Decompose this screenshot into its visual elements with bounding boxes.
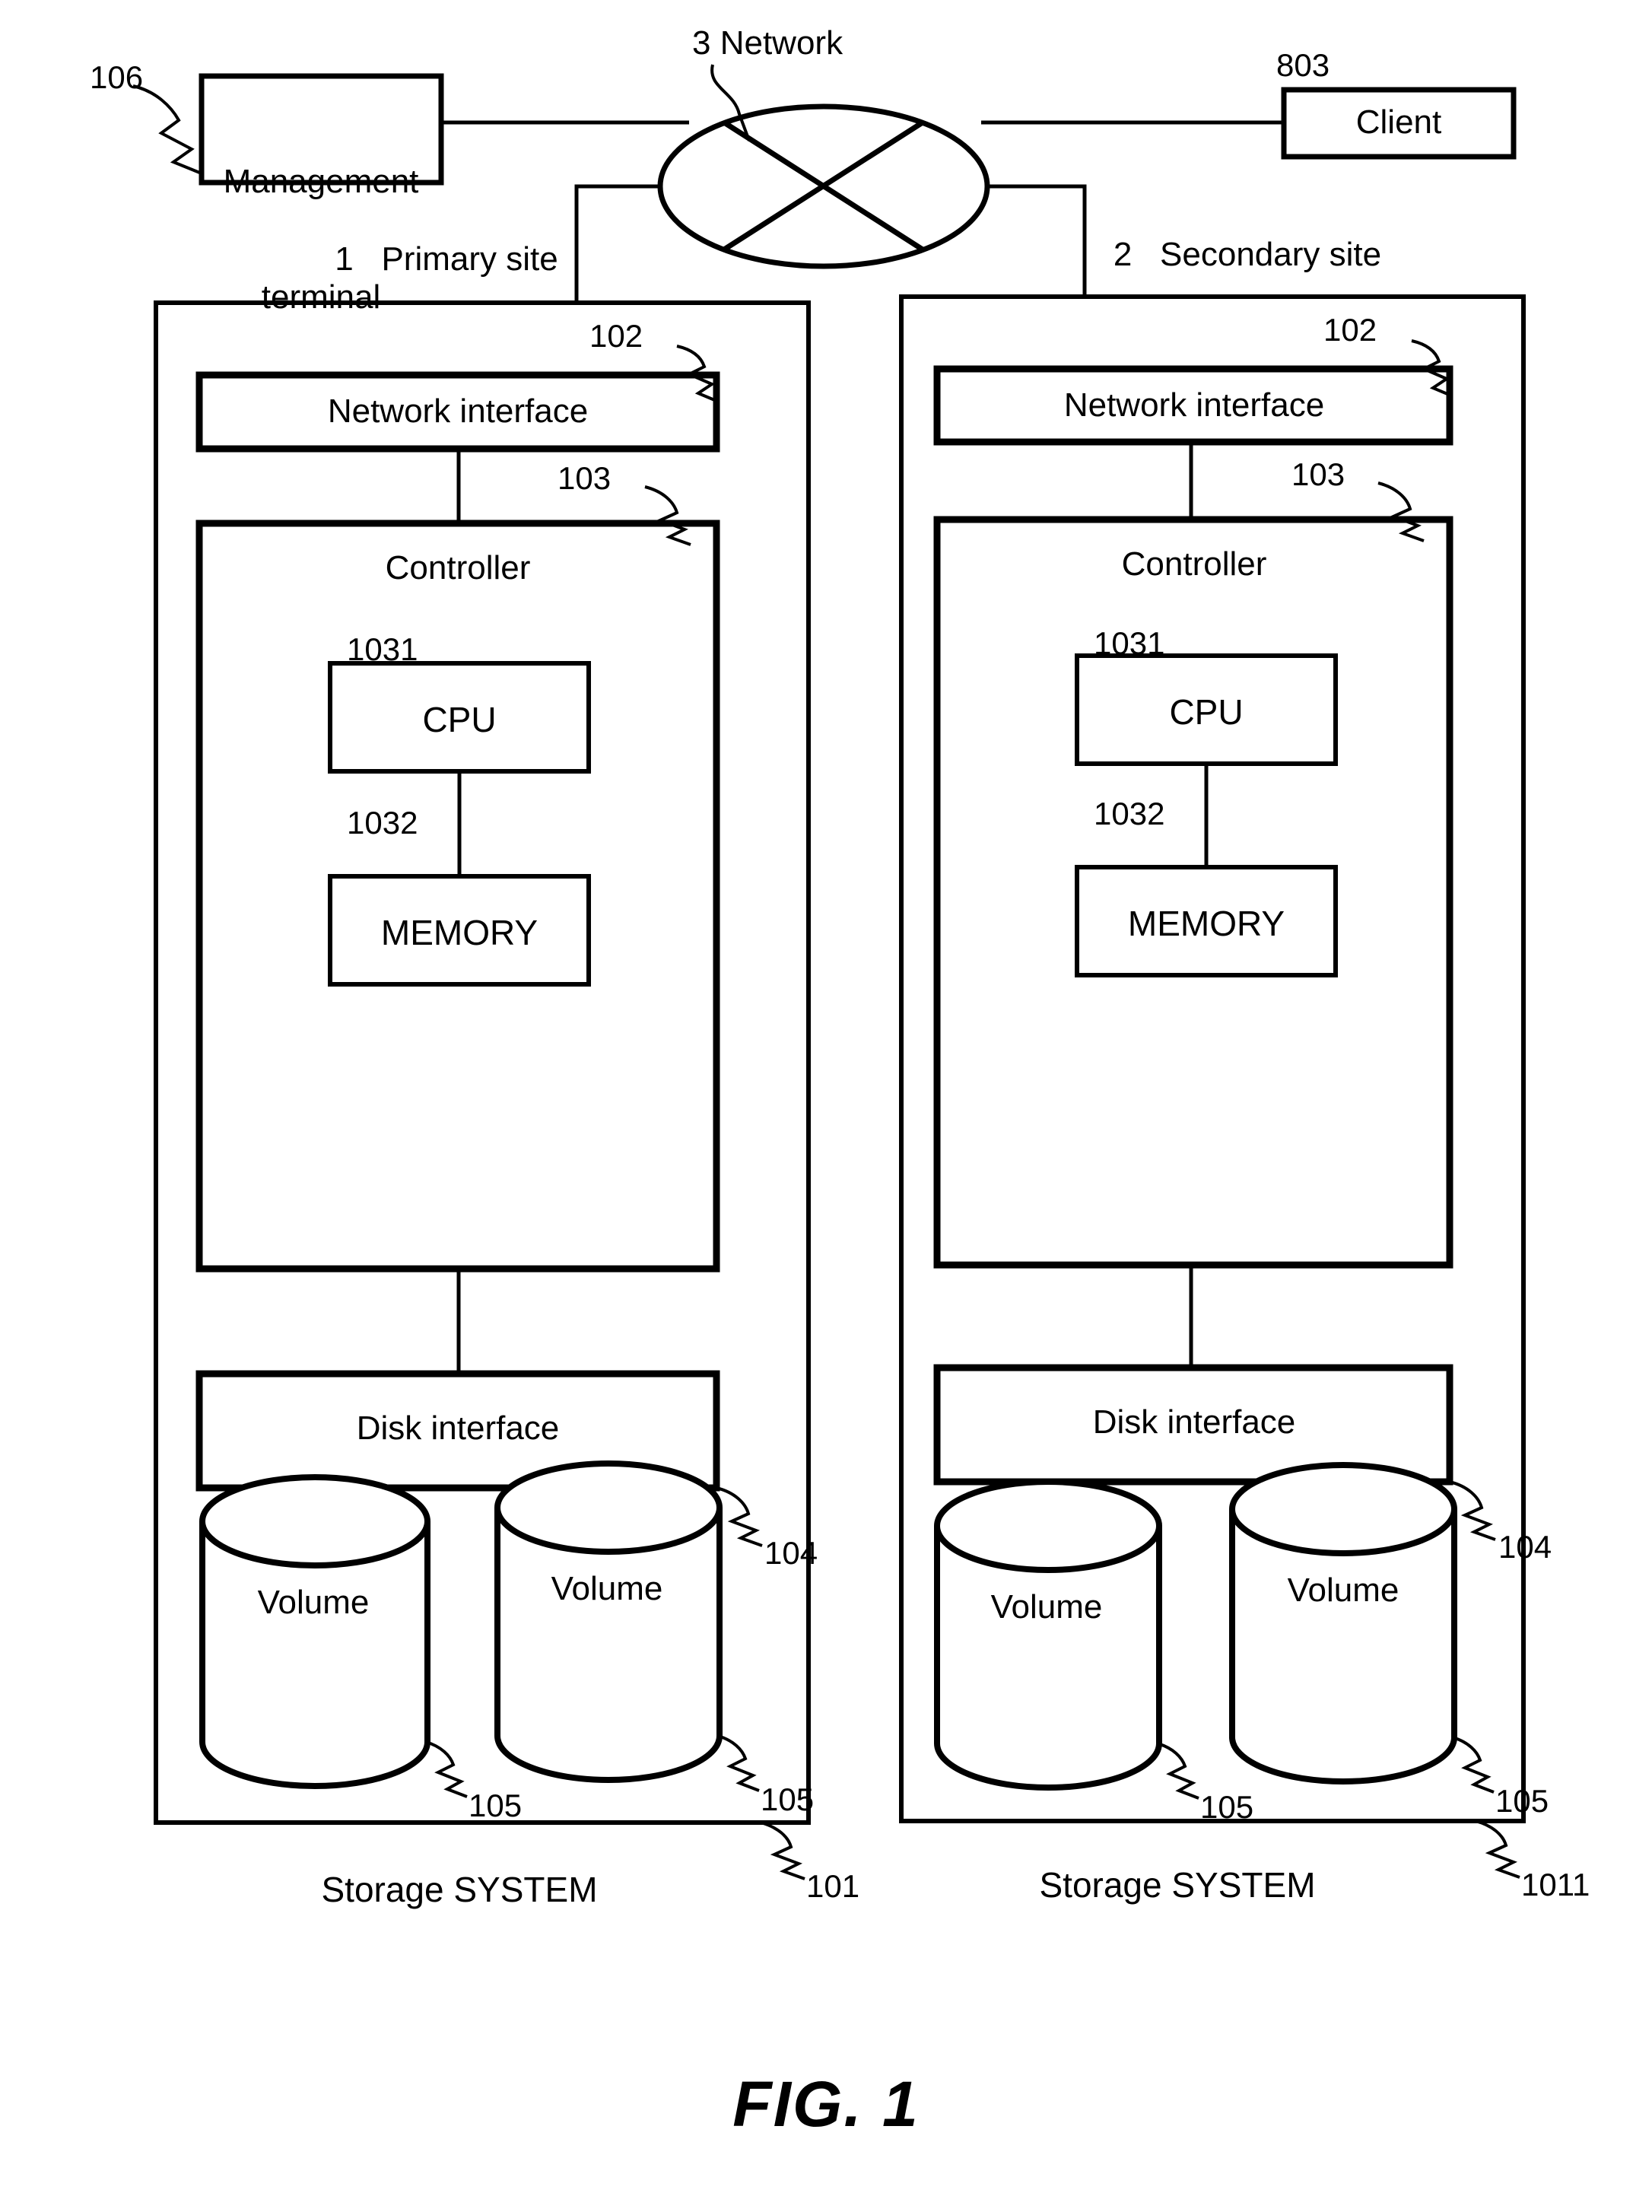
management-terminal-ref: 106 <box>90 59 144 95</box>
secondary-volume-2-ref: 105 <box>1495 1783 1549 1819</box>
secondary-volume-1-ref: 105 <box>1200 1789 1254 1825</box>
primary-volume-2-ref: 105 <box>761 1781 815 1817</box>
secondary-controller-label: Controller <box>1121 545 1267 583</box>
secondary-memory-label: MEMORY <box>1127 904 1285 943</box>
primary-controller-label: Controller <box>385 549 531 586</box>
patent-figure-page: 106 Management terminal 3 Network 803 Cl… <box>0 0 1652 2212</box>
primary-volume-1-cylinder <box>199 1474 430 1789</box>
primary-volume-2-cylinder <box>494 1460 723 1783</box>
leader-106 <box>132 84 202 175</box>
primary-volume-2-label: Volume <box>551 1570 663 1607</box>
primary-memory-ref: 1032 <box>347 805 418 841</box>
secondary-volume-1-label: Volume <box>990 1588 1103 1626</box>
primary-cpu-label: CPU <box>422 700 497 739</box>
secondary-volume-2-cylinder <box>1229 1462 1457 1785</box>
primary-memory-label: MEMORY <box>380 913 538 952</box>
primary-site-label: 1 Primary site <box>335 240 558 278</box>
secondary-network-interface-label: Network interface <box>1063 386 1325 424</box>
secondary-cpu-ref: 1031 <box>1094 625 1165 661</box>
client-ref: 803 <box>1276 47 1330 83</box>
primary-network-interface-ref: 102 <box>589 318 643 354</box>
secondary-site-label: 2 Secondary site <box>1113 236 1382 273</box>
primary-controller-ref: 103 <box>558 460 612 496</box>
secondary-storage-system-ref: 1011 <box>1521 1867 1590 1902</box>
secondary-volume-1-cylinder <box>934 1479 1162 1791</box>
leader-primary-101 <box>760 1821 805 1880</box>
leader-secondary-1011 <box>1475 1819 1520 1879</box>
secondary-controller-ref: 103 <box>1291 456 1345 492</box>
figure-caption: FIG. 1 <box>732 2068 920 2140</box>
secondary-cpu-label: CPU <box>1169 692 1244 732</box>
primary-volume-1-ref: 105 <box>469 1788 523 1823</box>
client-label: Client <box>1355 103 1442 141</box>
primary-storage-system-label: Storage SYSTEM <box>321 1870 598 1909</box>
secondary-disk-interface-label: Disk interface <box>1092 1403 1296 1441</box>
primary-network-interface-label: Network interface <box>327 393 589 430</box>
secondary-storage-system-label: Storage SYSTEM <box>1039 1865 1316 1905</box>
management-terminal-label-line2: terminal <box>261 278 381 316</box>
secondary-memory-ref: 1032 <box>1094 796 1165 831</box>
primary-disk-interface-label: Disk interface <box>356 1410 560 1447</box>
primary-storage-system-ref: 101 <box>806 1868 860 1904</box>
secondary-volume-2-label: Volume <box>1287 1572 1399 1609</box>
secondary-network-interface-ref: 102 <box>1323 312 1377 348</box>
management-terminal-label-line1: Management <box>223 163 419 201</box>
primary-disk-interface-ref: 104 <box>764 1535 818 1571</box>
primary-cpu-ref: 1031 <box>347 631 418 667</box>
network-label: 3 Network <box>692 24 843 62</box>
secondary-disk-interface-ref: 104 <box>1498 1529 1552 1565</box>
primary-volume-1-label: Volume <box>257 1584 370 1621</box>
